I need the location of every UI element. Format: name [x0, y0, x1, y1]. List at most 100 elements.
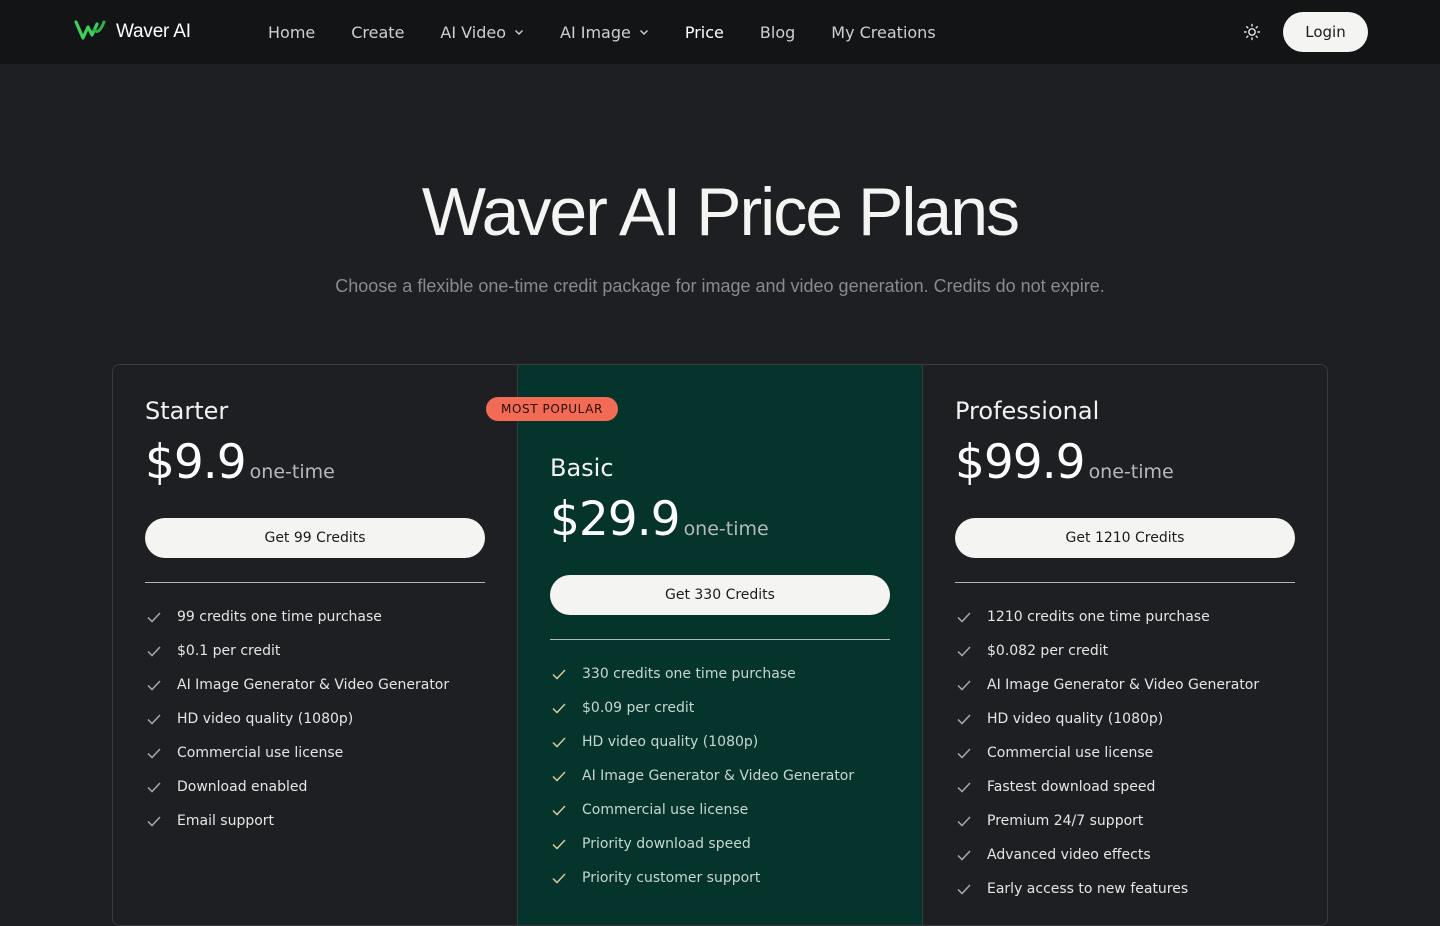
- plan-price: $99.9: [955, 435, 1086, 490]
- nav-home[interactable]: Home: [268, 23, 315, 42]
- price-row: $9.9 one-time: [145, 435, 335, 490]
- nav-ai-image[interactable]: AI Image: [560, 23, 649, 42]
- feature-text: Advanced video effects: [987, 847, 1151, 863]
- nav-ai-video-label: AI Video: [440, 22, 506, 42]
- feature-text: Commercial use license: [987, 745, 1154, 761]
- check-icon: [552, 669, 566, 680]
- check-icon: [957, 748, 971, 759]
- feature-text: AI Image Generator & Video Generator: [987, 677, 1260, 693]
- feature-text: Email support: [177, 813, 275, 829]
- plan-card-starter: Starter $9.9 one-time Get 99 Credits 99 …: [113, 365, 518, 925]
- chevron-down-icon: [639, 30, 648, 35]
- feature-item: HD video quality (1080p): [145, 702, 485, 736]
- price-unit: one-time: [683, 518, 769, 540]
- feature-item: Commercial use license: [550, 793, 890, 827]
- feature-text: $0.09 per credit: [582, 700, 695, 716]
- feature-item: Early access to new features: [955, 872, 1295, 906]
- feature-item: AI Image Generator & Video Generator: [550, 759, 890, 793]
- feature-item: AI Image Generator & Video Generator: [145, 668, 485, 702]
- feature-item: Download enabled: [145, 770, 485, 804]
- check-icon: [957, 816, 971, 827]
- feature-text: Priority download speed: [582, 836, 751, 852]
- feature-text: 99 credits one time purchase: [177, 609, 382, 625]
- buy-basic-button[interactable]: Get 330 Credits: [550, 575, 890, 615]
- check-icon: [957, 714, 971, 725]
- feature-text: Commercial use license: [177, 745, 344, 761]
- feature-text: Download enabled: [177, 779, 308, 795]
- brand-name: Waver AI: [116, 21, 191, 42]
- plan-card-basic: MOST POPULAR Basic $29.9 one-time Get 33…: [486, 365, 922, 925]
- check-icon: [552, 771, 566, 782]
- check-icon: [552, 737, 566, 748]
- check-icon: [147, 816, 161, 827]
- feature-item: $0.1 per credit: [145, 634, 485, 668]
- price-row: $99.9 one-time: [955, 435, 1174, 490]
- price-unit: one-time: [249, 461, 335, 483]
- nav-create[interactable]: Create: [351, 23, 404, 42]
- feature-item: Commercial use license: [145, 736, 485, 770]
- feature-text: $0.082 per credit: [987, 643, 1109, 659]
- check-icon: [552, 873, 566, 884]
- feature-text: Premium 24/7 support: [987, 813, 1144, 829]
- feature-item: Priority download speed: [550, 827, 890, 861]
- feature-text: Early access to new features: [987, 881, 1189, 897]
- feature-text: Fastest download speed: [987, 779, 1156, 795]
- feature-item: Advanced video effects: [955, 838, 1295, 872]
- check-icon: [552, 839, 566, 850]
- feature-text: HD video quality (1080p): [582, 734, 759, 750]
- feature-item: Email support: [145, 804, 485, 838]
- check-icon: [552, 703, 566, 714]
- feature-item: HD video quality (1080p): [550, 725, 890, 759]
- check-icon: [957, 680, 971, 691]
- price-unit: one-time: [1088, 461, 1174, 483]
- nav-ai-video[interactable]: AI Video: [440, 23, 524, 42]
- feature-item: HD video quality (1080p): [955, 702, 1295, 736]
- plan-name: Professional: [955, 397, 1100, 425]
- check-icon: [552, 805, 566, 816]
- buy-professional-button[interactable]: Get 1210 Credits: [955, 518, 1295, 558]
- buy-starter-button[interactable]: Get 99 Credits: [145, 518, 485, 558]
- feature-item: 330 credits one time purchase: [550, 657, 890, 691]
- feature-text: 330 credits one time purchase: [582, 666, 796, 682]
- plan-name: Basic: [550, 454, 614, 482]
- page-title: Waver AI Price Plans: [421, 174, 1020, 250]
- feature-text: Priority customer support: [582, 870, 761, 886]
- plan-price: $9.9: [145, 435, 247, 490]
- check-icon: [957, 850, 971, 861]
- feature-item: Commercial use license: [955, 736, 1295, 770]
- brand-link[interactable]: Waver AI: [74, 18, 191, 46]
- check-icon: [957, 646, 971, 657]
- nav-blog[interactable]: Blog: [760, 23, 795, 42]
- price-row: $29.9 one-time: [550, 492, 769, 547]
- feature-list: 99 credits one time purchase $0.1 per cr…: [145, 600, 485, 838]
- plan-price: $29.9: [550, 492, 681, 547]
- waver-logo-icon: [74, 18, 106, 46]
- feature-text: 1210 credits one time purchase: [987, 609, 1210, 625]
- most-popular-badge: MOST POPULAR: [486, 397, 618, 421]
- feature-item: Priority customer support: [550, 861, 890, 895]
- divider: [550, 639, 890, 640]
- feature-item: AI Image Generator & Video Generator: [955, 668, 1295, 702]
- check-icon: [147, 680, 161, 691]
- feature-item: Fastest download speed: [955, 770, 1295, 804]
- feature-text: HD video quality (1080p): [987, 711, 1164, 727]
- feature-text: AI Image Generator & Video Generator: [582, 768, 855, 784]
- feature-text: $0.1 per credit: [177, 643, 281, 659]
- feature-item: $0.09 per credit: [550, 691, 890, 725]
- feature-list: 330 credits one time purchase $0.09 per …: [550, 657, 890, 895]
- pricing-plans: Starter $9.9 one-time Get 99 Credits 99 …: [112, 364, 1328, 926]
- feature-item: $0.082 per credit: [955, 634, 1295, 668]
- top-nav: Waver AI Home Create AI Video AI Image P…: [0, 0, 1440, 64]
- nav-links: Home Create AI Video AI Image Price Blog…: [268, 0, 972, 64]
- login-button[interactable]: Login: [1283, 12, 1368, 52]
- feature-text: Commercial use license: [582, 802, 749, 818]
- nav-price[interactable]: Price: [685, 23, 724, 42]
- check-icon: [147, 748, 161, 759]
- sun-icon[interactable]: [1242, 22, 1262, 42]
- divider: [955, 582, 1295, 583]
- feature-list: 1210 credits one time purchase $0.082 pe…: [955, 600, 1295, 906]
- check-icon: [147, 646, 161, 657]
- nav-my-creations[interactable]: My Creations: [831, 23, 935, 42]
- plan-name: Starter: [145, 397, 229, 425]
- divider: [145, 582, 485, 583]
